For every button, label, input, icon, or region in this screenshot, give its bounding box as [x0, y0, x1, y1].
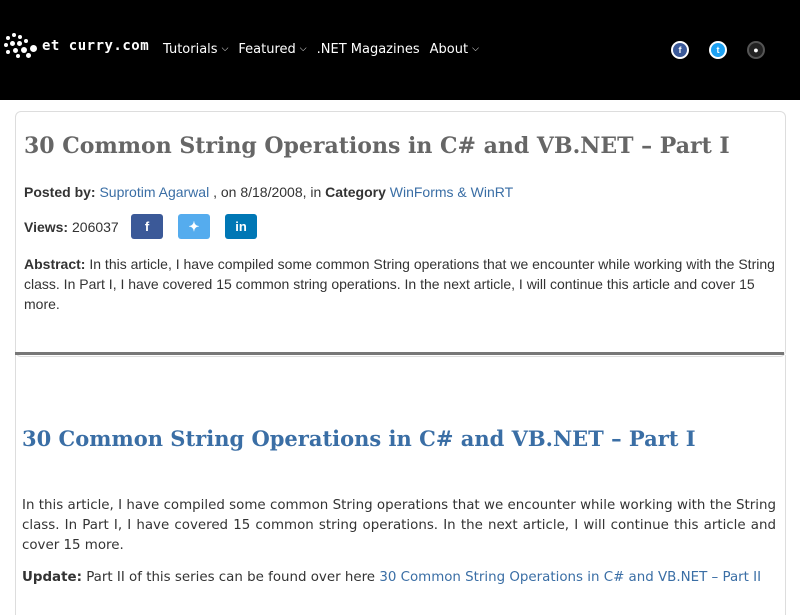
logo-text: et curry.com [42, 38, 150, 54]
category-link[interactable]: WinForms & WinRT [390, 184, 513, 200]
nav-item-tutorials[interactable]: Tutorials ⌵ [163, 42, 228, 57]
update-note: Update: Part II of this series can be fo… [22, 570, 761, 585]
share-twitter-button[interactable]: ✦ [178, 214, 210, 239]
part-two-link[interactable]: 30 Common String Operations in C# and VB… [379, 570, 761, 585]
abstract-label: Abstract: [24, 256, 86, 272]
category-label: Category [325, 184, 386, 200]
logo-mark-icon [4, 33, 40, 59]
github-icon[interactable]: ● [747, 41, 765, 59]
author-link[interactable]: Suprotim Agarwal [99, 184, 209, 200]
share-linkedin-button[interactable]: in [225, 214, 257, 239]
site-header: et curry.com Tutorials ⌵ Featured ⌵ .NET Mag… [0, 0, 800, 100]
site-logo[interactable]: et curry.com [4, 33, 149, 59]
update-text: Part II of this series can be found over… [86, 570, 376, 585]
nav-item-net-magazines[interactable]: .NET Magazines [317, 42, 420, 57]
nav-item-label: .NET Magazines [316, 42, 420, 57]
twitter-icon[interactable]: t [709, 41, 727, 59]
nav-item-featured[interactable]: Featured ⌵ [238, 42, 306, 57]
twitter-icon: ✦ [188, 218, 200, 234]
update-label: Update: [22, 570, 82, 585]
share-facebook-button[interactable]: f [131, 214, 163, 239]
article-intro: In this article, I have compiled some co… [22, 498, 776, 553]
article-heading: 30 Common String Operations in C# and VB… [22, 426, 696, 451]
views-value: 206037 [72, 219, 119, 235]
views-count: Views: 206037 [24, 219, 119, 235]
views-label: Views: [24, 219, 69, 235]
post-date: , on 8/18/2008, in [213, 184, 322, 200]
nav-item-about[interactable]: About ⌵ [430, 42, 479, 57]
article-title: 30 Common String Operations in C# and VB… [24, 133, 730, 159]
facebook-icon[interactable]: f [671, 41, 689, 59]
posted-by-label: Posted by: [24, 184, 96, 200]
chevron-down-icon: ⌵ [221, 43, 229, 54]
main-nav: Tutorials ⌵ Featured ⌵ .NET Magazines About ⌵ [163, 42, 489, 57]
nav-item-label: About [429, 42, 469, 57]
article-abstract: Abstract: In this article, I have compil… [24, 254, 776, 314]
article-meta: Posted by: Suprotim Agarwal , on 8/18/20… [24, 184, 513, 200]
nav-item-label: Tutorials [163, 42, 218, 57]
abstract-text: In this article, I have compiled some co… [24, 256, 775, 312]
chevron-down-icon: ⌵ [299, 43, 307, 54]
facebook-icon: f [144, 219, 150, 234]
nav-item-label: Featured [238, 42, 296, 57]
linkedin-icon: in [235, 219, 247, 234]
chevron-down-icon: ⌵ [472, 43, 479, 54]
